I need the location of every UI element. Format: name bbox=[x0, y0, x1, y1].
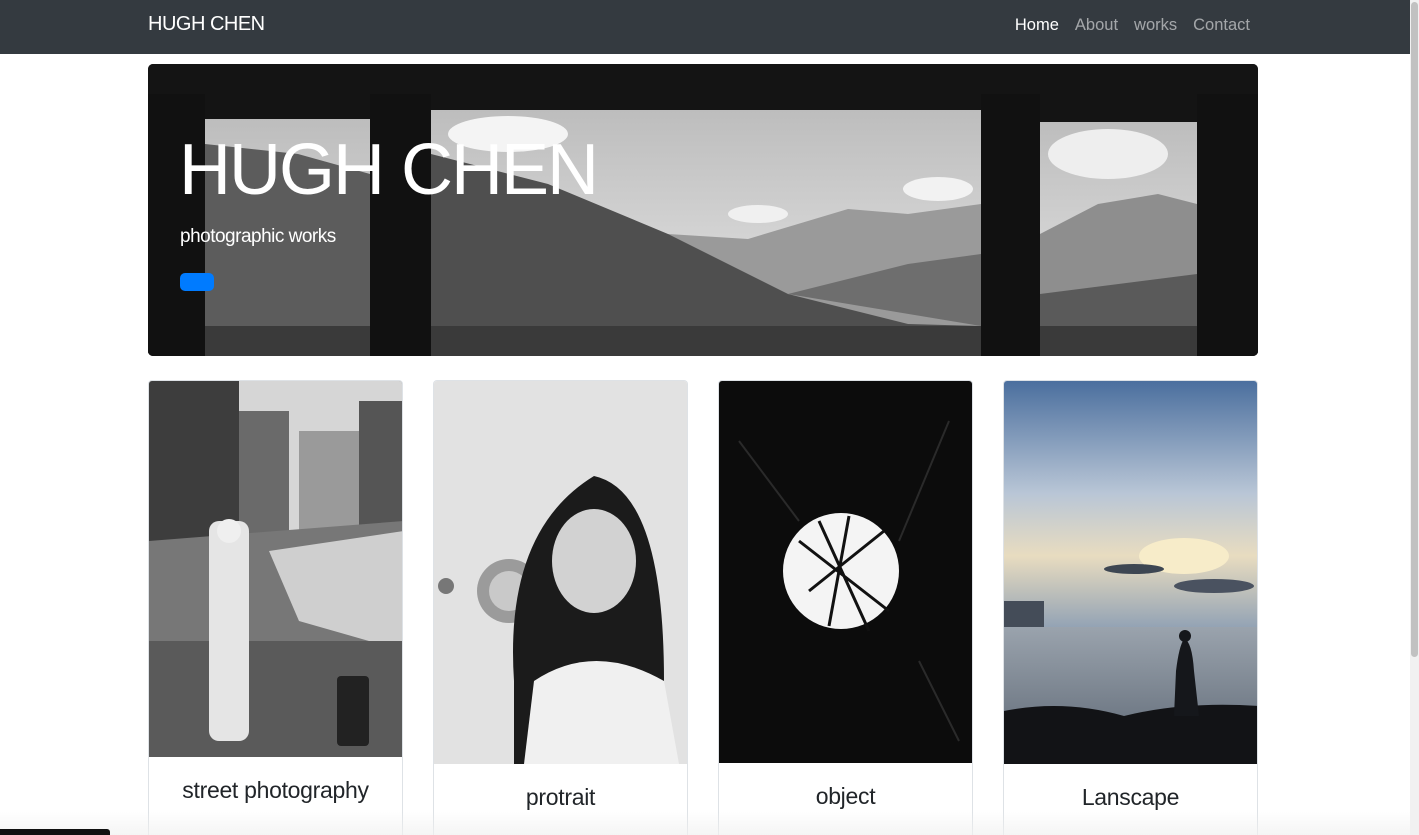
nav-works-link[interactable]: works bbox=[1134, 16, 1177, 35]
nav-links: Home About works Contact bbox=[1015, 16, 1250, 35]
card-title-object[interactable]: object bbox=[719, 783, 972, 810]
window-corner bbox=[0, 829, 110, 835]
street-photo-image bbox=[149, 381, 402, 757]
nav-home-link[interactable]: Home bbox=[1015, 16, 1059, 35]
nav-about-link[interactable]: About bbox=[1075, 16, 1118, 35]
vertical-scrollbar[interactable] bbox=[1410, 0, 1419, 835]
portrait-image bbox=[434, 381, 687, 764]
card-street-photography[interactable]: street photography bbox=[148, 380, 403, 835]
nav-contact-link[interactable]: Contact bbox=[1193, 16, 1250, 35]
card-portrait[interactable]: protrait bbox=[433, 380, 688, 835]
hero-banner: HUGH CHEN photographic works bbox=[148, 64, 1258, 356]
card-landscape[interactable]: Lanscape bbox=[1003, 380, 1258, 835]
card-title-portrait[interactable]: protrait bbox=[434, 784, 687, 811]
hero-subtitle: photographic works bbox=[180, 226, 336, 247]
hero-background-image bbox=[148, 64, 1258, 356]
brand-link[interactable]: HUGH CHEN bbox=[148, 13, 265, 36]
card-object[interactable]: object bbox=[718, 380, 973, 835]
card-title-landscape[interactable]: Lanscape bbox=[1004, 784, 1257, 811]
hero-button[interactable] bbox=[180, 273, 214, 291]
scrollbar-thumb[interactable] bbox=[1411, 2, 1418, 657]
hero-title: HUGH CHEN bbox=[179, 130, 599, 210]
landscape-image bbox=[1004, 381, 1257, 764]
object-image bbox=[719, 381, 972, 763]
card-title-street-photography[interactable]: street photography bbox=[149, 777, 402, 804]
navbar: HUGH CHEN Home About works Contact bbox=[0, 0, 1410, 54]
